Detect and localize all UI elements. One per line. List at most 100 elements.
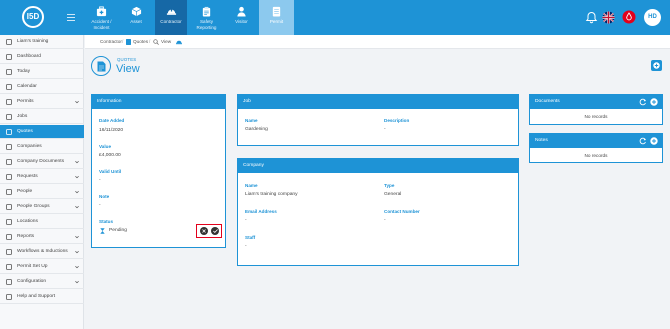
chevron-down-icon — [75, 265, 79, 269]
nav-contractor[interactable]: Contractor — [155, 0, 187, 35]
sidebar-item-calendar[interactable]: Calendar — [0, 80, 84, 94]
people-group-icon — [6, 204, 12, 210]
document-icon — [6, 114, 12, 120]
company-type-value: General — [384, 192, 402, 197]
sidebar-item-workflows-inductions[interactable]: Workflows & Inductions — [0, 245, 84, 259]
sidebar-item-label: Permits — [17, 99, 34, 104]
documents-panel: Documents No records — [529, 94, 663, 125]
logo[interactable]: I5D — [22, 6, 44, 28]
sidebar-item-label: Workflows & Inductions — [17, 249, 68, 254]
job-description-value: - — [384, 127, 386, 132]
sidebar-item-dashboard[interactable]: Dashboard — [0, 50, 84, 64]
documents-empty: No records — [584, 114, 608, 119]
logo-area: I5D — [0, 0, 86, 35]
nav-visitor[interactable]: Visitor — [226, 0, 257, 35]
notes-empty: No records — [584, 153, 608, 158]
sidebar-item-requests[interactable]: Requests — [0, 170, 84, 184]
notes-panel: Notes No records — [529, 133, 663, 163]
nav-asset[interactable]: Asset — [121, 0, 151, 35]
sidebar-item-label: Reports — [17, 234, 35, 239]
sidebar-item-permits[interactable]: Permits — [0, 95, 84, 109]
sidebar-item-label: Permit Set Up — [17, 264, 48, 269]
breadcrumb: Contractor / Quotes / View — [85, 35, 670, 49]
notification-bell-icon[interactable] — [585, 11, 598, 24]
search-icon — [153, 39, 159, 45]
note-label: Note — [99, 194, 110, 199]
chevron-down-icon — [75, 250, 79, 254]
chevron-down-icon — [75, 280, 79, 284]
sidebar-item-label: People Groups — [17, 204, 50, 209]
sidebar-item-label: Help and Support — [17, 294, 56, 299]
sidebar-item-configuration[interactable]: Configuration — [0, 275, 84, 289]
refresh-icon[interactable] — [639, 98, 647, 106]
chevron-down-icon — [75, 100, 79, 104]
breadcrumb-quotes[interactable]: Quotes — [133, 35, 148, 49]
sidebar-item-reports[interactable]: Reports — [0, 230, 84, 244]
swap-icon — [6, 39, 12, 45]
first-aid-icon — [96, 6, 107, 17]
gear-icon — [6, 279, 12, 285]
sidebar-item-label: Jobs — [17, 114, 28, 119]
sidebar-item-locations[interactable]: Locations — [0, 215, 84, 229]
company-staff-value: - — [245, 244, 247, 249]
panel-header: Information — [92, 95, 225, 109]
job-name-label: Name — [245, 118, 258, 123]
sidebar-item-label: Liam's training — [17, 39, 49, 44]
sidebar-item-people[interactable]: People — [0, 185, 84, 199]
nav-label: Incident — [93, 24, 110, 30]
nav-permit[interactable]: Permit — [259, 0, 294, 35]
job-name-value: Gardening — [245, 127, 268, 132]
dashboard-icon — [6, 54, 12, 60]
sidebar-item-companies[interactable]: Companies — [0, 140, 84, 154]
sidebar-item-help-and-support[interactable]: Help and Support — [0, 290, 84, 304]
top-bar: I5D Accident / Incident Asset Contractor… — [0, 0, 670, 35]
sidebar-item-liam-s-training[interactable]: Liam's training — [0, 35, 84, 49]
chevron-down-icon — [75, 235, 79, 239]
sidebar-item-people-groups[interactable]: People Groups — [0, 200, 84, 214]
reject-button[interactable] — [200, 227, 208, 235]
sidebar-item-today[interactable]: Today — [0, 65, 84, 79]
chevron-down-icon — [75, 160, 79, 164]
sidebar-item-jobs[interactable]: Jobs — [0, 110, 84, 124]
documents-icon — [6, 159, 12, 165]
check-icon — [212, 229, 218, 233]
add-button[interactable] — [651, 60, 662, 71]
plus-circle-icon[interactable] — [650, 137, 658, 145]
calendar-today-icon — [6, 69, 12, 75]
sidebar-item-label: People — [17, 189, 33, 194]
sidebar-item-permit-set-up[interactable]: Permit Set Up — [0, 260, 84, 274]
document-icon — [126, 39, 131, 45]
nav-safety-reporting[interactable]: Safety Reporting — [190, 0, 223, 35]
building-icon — [6, 144, 12, 150]
user-avatar[interactable]: HD — [644, 9, 661, 26]
panel-header: Job — [238, 95, 518, 109]
refresh-icon[interactable] — [639, 137, 647, 145]
nav-label: Asset — [130, 19, 142, 24]
company-email-label: Email Address — [245, 209, 277, 214]
sidebar-item-label: Calendar — [17, 84, 37, 89]
asset-box-icon — [131, 6, 141, 17]
chevron-down-icon — [75, 175, 79, 179]
breadcrumb-separator: / — [149, 39, 151, 44]
sidebar-item-label: Requests — [17, 174, 38, 179]
chevron-down-icon — [75, 190, 79, 194]
company-panel: Company Name Liam's training company Typ… — [237, 158, 519, 266]
menu-toggle-icon[interactable] — [67, 14, 75, 21]
nav-label: Reporting — [196, 24, 217, 30]
nav-accident-incident[interactable]: Accident / Incident — [86, 0, 117, 35]
alert-drop-icon[interactable] — [622, 10, 636, 24]
plus-circle-icon[interactable] — [650, 98, 658, 106]
document-icon — [97, 61, 106, 72]
uk-flag-icon[interactable] — [602, 11, 615, 24]
breadcrumb-contractor[interactable]: Contractor — [100, 35, 122, 49]
close-icon — [202, 229, 206, 233]
approve-button[interactable] — [211, 227, 219, 235]
clipboard-icon — [202, 6, 211, 17]
permit-icon — [272, 6, 281, 17]
calendar-icon — [6, 84, 12, 90]
sidebar-item-label: Today — [17, 69, 31, 74]
hard-hat-icon — [166, 8, 176, 15]
sidebar-item-company-documents[interactable]: Company Documents — [0, 155, 84, 169]
sidebar-item-quotes[interactable]: Quotes — [0, 125, 84, 139]
company-name-value: Liam's training company — [245, 192, 298, 197]
